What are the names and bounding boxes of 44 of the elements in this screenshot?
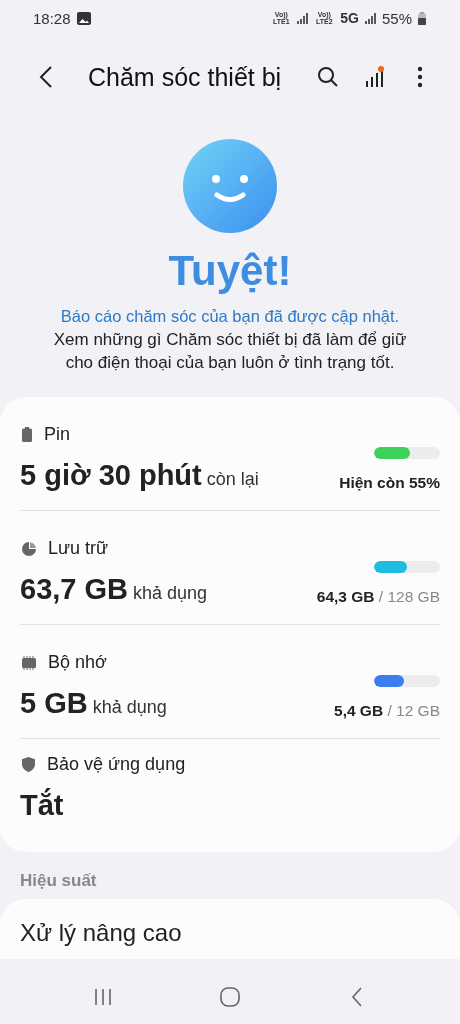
pie-chart-icon — [22, 541, 36, 556]
report-link[interactable]: Báo cáo chăm sóc của bạn đã được cập nhật. — [60, 307, 400, 326]
back-icon[interactable] — [39, 65, 53, 89]
signal-icon — [297, 12, 309, 24]
description: Xem những gì Chăm sóc thiết bị đã làm để giữ cho điện thoại của bạn luôn ở tình trạng tốt. — [52, 329, 408, 374]
item-label: Lưu trữ — [48, 538, 109, 559]
status-row[interactable]: Bộ nhớ 5 GB khả dụng 5,4 GB / 12 GB — [20, 625, 440, 738]
image-icon — [76, 11, 91, 25]
signal-icon — [364, 12, 376, 24]
status-row[interactable]: Bảo vệ ứng dụng Tắt — [20, 739, 440, 852]
usage-bar — [374, 675, 440, 687]
battery-icon — [418, 11, 426, 25]
item-label: Pin — [44, 424, 70, 445]
usage-reading: Hiện còn 55% — [339, 474, 440, 492]
settings-item[interactable]: Xử lý nâng cao — [0, 899, 460, 959]
usage-reading: 64,3 GB / 128 GB — [316, 588, 440, 606]
recent-apps-icon[interactable] — [94, 988, 113, 1006]
value-suffix: khả dụng — [92, 697, 167, 718]
item-value: Tắt — [20, 789, 64, 822]
item-value: 5 GB — [20, 687, 88, 720]
chip-icon — [22, 655, 36, 670]
battery-percent: 55% — [381, 9, 412, 27]
item-label: Bộ nhớ — [48, 652, 107, 673]
status-row[interactable]: Pin 5 giờ 30 phút còn lại Hiện còn 55% — [20, 397, 440, 510]
item-label: Bảo vệ ứng dụng — [47, 754, 186, 775]
item-value: 5 giờ 30 phút — [20, 459, 202, 492]
smiley-icon — [183, 139, 277, 233]
section-title: Hiệu suất — [19, 870, 98, 892]
page-title: Chăm sóc thiết bị — [88, 62, 283, 92]
status-row[interactable]: Lưu trữ 63,7 GB khả dụng 64,3 GB / 128 GB — [20, 511, 440, 624]
home-icon[interactable] — [220, 987, 240, 1007]
item-value: 63,7 GB — [20, 573, 128, 606]
headline: Tuyệt! — [168, 247, 292, 295]
status-time: 18:28 — [33, 9, 71, 27]
value-suffix: còn lại — [206, 469, 259, 490]
battery-icon — [22, 427, 32, 442]
search-icon[interactable] — [317, 66, 339, 88]
network-type: 5G — [340, 10, 359, 26]
usage-bar — [374, 447, 440, 459]
value-suffix: khả dụng — [133, 583, 208, 604]
more-icon[interactable] — [417, 66, 423, 88]
shield-icon — [22, 757, 35, 772]
usage-bar — [374, 561, 440, 573]
usage-reading: 5,4 GB / 12 GB — [334, 702, 440, 720]
